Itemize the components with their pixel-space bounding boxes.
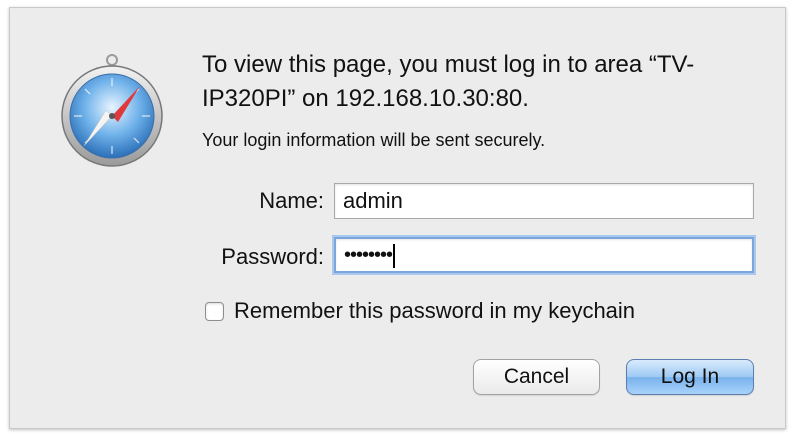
- remember-checkbox[interactable]: [205, 301, 224, 321]
- text-caret: [393, 243, 396, 268]
- name-label: Name:: [259, 188, 324, 213]
- login-dialog: To view this page, you must log in to ar…: [9, 7, 786, 429]
- remember-password-option[interactable]: Remember this password in my keychain: [205, 298, 635, 324]
- login-message: To view this page, you must log in to ar…: [202, 51, 695, 112]
- cancel-button[interactable]: Cancel: [473, 359, 600, 395]
- password-value: ••••••••: [344, 244, 393, 266]
- log-in-button[interactable]: Log In: [626, 359, 754, 395]
- name-field[interactable]: admin: [334, 183, 754, 219]
- safari-compass-icon: [61, 54, 163, 167]
- name-value: admin: [343, 188, 403, 213]
- password-label: Password:: [221, 244, 324, 269]
- secure-notice: Your login information will be sent secu…: [202, 130, 546, 150]
- remember-label: Remember this password in my keychain: [234, 298, 636, 323]
- password-field[interactable]: ••••••••: [334, 237, 754, 273]
